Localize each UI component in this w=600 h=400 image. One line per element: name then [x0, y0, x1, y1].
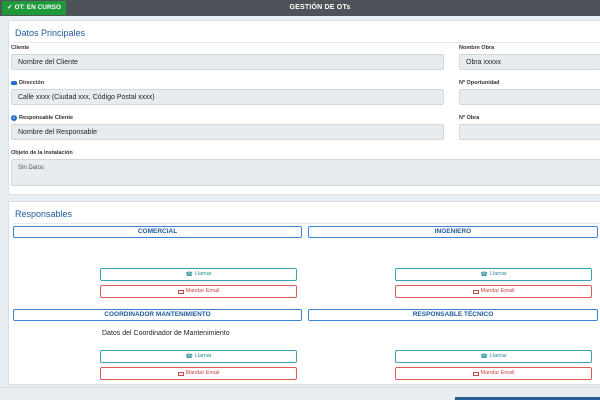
comercial-email-button[interactable]: Mandar Email [100, 285, 297, 298]
cliente-label: Cliente [11, 45, 30, 51]
mail-label: Mandar Email [185, 288, 220, 294]
comercial-call-button[interactable]: ☎ Llamar [100, 268, 297, 281]
datos-principales-panel: Datos Principales Cliente Nombre del Cli… [8, 20, 600, 195]
n-obra-field[interactable] [459, 124, 600, 140]
app-title: GESTIÓN DE OTs [289, 4, 351, 11]
mail-label: Mandar Email [185, 370, 220, 376]
phone-icon: ☎ [480, 353, 488, 360]
phone-icon: ☎ [480, 271, 488, 278]
nombre-obra-label: Nombre Obra [459, 45, 495, 51]
responsable-tecnico-call-button[interactable]: ☎ Llamar [395, 350, 592, 363]
card-ingeniero-header: INGENIERO [308, 226, 598, 238]
nombre-obra-field[interactable]: Obra xxxxx [459, 54, 600, 70]
call-label: Llamar [194, 353, 212, 359]
direccion-label-row: Dirección [11, 80, 44, 86]
objeto-label: Objeto de la Instalación [11, 150, 73, 156]
car-icon [11, 81, 17, 85]
objeto-textarea[interactable]: Sin Datos [11, 159, 600, 186]
phone-icon: ☎ [185, 353, 193, 360]
mail-label: Mandar Email [480, 370, 515, 376]
card-responsable-tecnico-header: RESPONSABLE TÉCNICO [308, 309, 598, 321]
ingeniero-email-button[interactable]: Mandar Email [395, 285, 592, 298]
envelope-icon [472, 371, 479, 376]
call-label: Llamar [489, 271, 507, 277]
responsable-cliente-field[interactable]: Nombre del Responsable [11, 124, 444, 140]
ingeniero-call-button[interactable]: ☎ Llamar [395, 268, 592, 281]
call-label: Llamar [489, 353, 507, 359]
n-obra-label: Nº Obra [459, 115, 480, 121]
card-comercial-header: COMERCIAL [13, 226, 302, 238]
direccion-label: Dirección [19, 80, 45, 86]
envelope-icon [177, 289, 184, 294]
top-bar: ✓ OT: EN CURSO GESTIÓN DE OTs [0, 0, 600, 16]
responsables-title: Responsables [15, 209, 73, 219]
phone-icon: ☎ [185, 271, 193, 278]
coordinador-info: Datos del Coordinador de Mantenimiento [102, 330, 230, 337]
envelope-icon [472, 289, 479, 294]
oportunidad-label: Nº Oportunidad [459, 80, 500, 86]
title-divider [13, 42, 600, 43]
datos-principales-title: Datos Principales [15, 28, 86, 38]
mail-label: Mandar Email [480, 288, 515, 294]
responsable-tecnico-email-button[interactable]: Mandar Email [395, 367, 592, 380]
responsable-cliente-label: Responsable Cliente [19, 115, 74, 121]
responsable-cliente-label-row: i Responsable Cliente [11, 115, 73, 121]
coordinador-email-button[interactable]: Mandar Email [100, 367, 297, 380]
envelope-icon [177, 371, 184, 376]
title-divider [13, 223, 600, 224]
oportunidad-field[interactable] [459, 89, 600, 105]
card-coordinador-header: COORDINADOR MANTENIMIENTO [13, 309, 302, 321]
responsables-panel: Responsables COMERCIAL ☎ Llamar Mandar E… [8, 201, 600, 385]
info-icon: i [11, 115, 17, 121]
call-label: Llamar [194, 271, 212, 277]
coordinador-call-button[interactable]: ☎ Llamar [100, 350, 297, 363]
cliente-field[interactable]: Nombre del Cliente [11, 54, 444, 70]
direccion-field[interactable]: Calle xxxx (Ciudad xxx, Código Postal xx… [11, 89, 444, 105]
